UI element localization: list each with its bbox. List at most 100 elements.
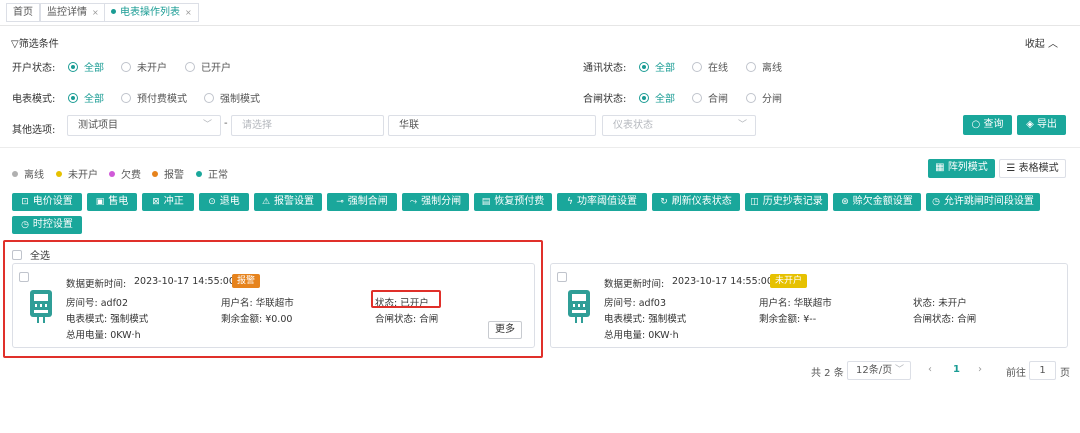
grid-mode-button[interactable]: ▦ 阵列模式 [928, 159, 995, 178]
radio-label: 全部 [84, 63, 104, 74]
price-icon: ⊡ [21, 197, 29, 207]
action-label: 报警设置 [274, 196, 315, 207]
total-count: 共 2 条 [811, 368, 844, 379]
page-size-select[interactable]: 12条/页 ﹀ [847, 361, 911, 380]
radio-label: 强制模式 [220, 94, 260, 105]
tab-meter-list[interactable]: 电表操作列表 × [104, 3, 199, 22]
filter-panel: ▽筛选条件 收起 ︿ 开户状态: 全部 未开户 已开户 通讯状态: 全部 在线 … [0, 27, 1080, 148]
query-button[interactable]: ○ 查询 [963, 115, 1012, 135]
radio-checked-icon [68, 93, 78, 103]
allowed-trip-time-button[interactable]: ◷ 允许跳闸时间段设置 [926, 193, 1040, 211]
radio-switch-all[interactable]: 全部 [639, 90, 675, 105]
action-label: 刷新仪表状态 [671, 196, 732, 207]
radio-comm-all[interactable]: 全部 [639, 59, 675, 74]
legend-arrears: 欠费 [109, 166, 141, 181]
action-label: 功率阈值设置 [576, 196, 637, 207]
filter-title: ▽筛选条件 [11, 35, 59, 50]
radio-mode-all[interactable]: 全部 [68, 90, 104, 105]
radio-checked-icon [639, 62, 649, 72]
meter-status-select[interactable]: 仪表状态 ﹀ [602, 115, 756, 136]
open-status-label: 开户状态: [12, 63, 56, 74]
comm-status-label: 通讯状态: [583, 63, 627, 74]
radio-comm-offline[interactable]: 离线 [746, 59, 782, 74]
time-control-button[interactable]: ◷ 时控设置 [12, 216, 82, 234]
reverse-button[interactable]: ⊠ 冲正 [142, 193, 194, 211]
close-icon[interactable]: × [92, 8, 99, 17]
meter-mode-label: 电表模式: [12, 94, 56, 105]
legend-label: 正常 [208, 170, 228, 181]
prev-page-icon[interactable]: ‹ [928, 364, 932, 375]
sell-power-button[interactable]: ▣ 售电 [87, 193, 137, 211]
radio-icon [204, 93, 214, 103]
power-threshold-button[interactable]: ϟ 功率阈值设置 [557, 193, 647, 211]
tab-home[interactable]: 首页 [6, 3, 40, 22]
restore-prepaid-button[interactable]: ▤ 恢复预付费 [474, 193, 552, 211]
radio-mode-forced[interactable]: 强制模式 [204, 90, 260, 105]
page-size-value: 12条/页 [856, 365, 893, 376]
radio-open-all[interactable]: 全部 [68, 59, 104, 74]
table-mode-button[interactable]: ☰ 表格模式 [999, 159, 1066, 178]
switch-status-label: 合闸状态: [583, 94, 627, 105]
action-label: 退电 [219, 196, 240, 207]
current-page[interactable]: 1 [953, 364, 960, 375]
radio-comm-online[interactable]: 在线 [692, 59, 728, 74]
legend-label: 未开户 [68, 170, 98, 181]
action-label: 强制分闸 [421, 196, 462, 207]
refresh-status-button[interactable]: ↻ 刷新仪表状态 [652, 193, 740, 211]
secondary-select[interactable]: 请选择 [231, 115, 384, 136]
alarm-icon: ⚠ [261, 197, 271, 207]
keyword-input[interactable]: 华联 [388, 115, 596, 136]
radio-switch-on[interactable]: 合闸 [692, 90, 728, 105]
action-label: 赊欠金额设置 [852, 196, 913, 207]
legend-label: 欠费 [121, 170, 141, 181]
meter-status-placeholder: 仪表状态 [613, 120, 653, 131]
chevron-down-icon: ﹀ [894, 365, 904, 375]
status-dot-icon [12, 171, 18, 177]
collapse-toggle[interactable]: 收起 ︿ [1025, 35, 1058, 50]
legend-not-opened: 未开户 [56, 166, 98, 181]
legend-label: 报警 [164, 170, 184, 181]
radio-switch-off[interactable]: 分闸 [746, 90, 782, 105]
refund-button[interactable]: ⊙ 退电 [199, 193, 249, 211]
update-time-label: 数据更新时间: [604, 279, 665, 290]
status-dot-icon [196, 171, 202, 177]
force-close-button[interactable]: ⊸ 强制合闸 [327, 193, 397, 211]
radio-open-yes[interactable]: 已开户 [185, 59, 231, 74]
radio-label: 预付费模式 [137, 94, 187, 105]
radio-icon [185, 62, 195, 72]
history-reading-button[interactable]: ◫ 历史抄表记录 [745, 193, 828, 211]
credit-amount-button[interactable]: ⊛ 赊欠金额设置 [833, 193, 921, 211]
collapse-label: 收起 [1024, 39, 1045, 50]
search-icon: ○ [971, 119, 984, 130]
action-label: 允许跳闸时间段设置 [943, 196, 1034, 207]
project-select[interactable]: 测试项目 ﹀ [67, 115, 221, 136]
card-checkbox[interactable] [557, 272, 567, 282]
radio-label: 合闸 [708, 94, 728, 105]
account-status: 状态: 未开户 [913, 298, 967, 309]
switch-status: 合闸状态: 合闸 [913, 314, 977, 325]
export-button[interactable]: ◈ 导出 [1017, 115, 1066, 135]
close-icon[interactable]: × [185, 8, 192, 17]
grid-mode-label: 阵列模式 [947, 162, 988, 173]
radio-mode-prepaid[interactable]: 预付费模式 [121, 90, 187, 105]
radio-icon [746, 62, 756, 72]
force-open-button[interactable]: ⤳ 强制分闸 [402, 193, 469, 211]
alarm-setting-button[interactable]: ⚠ 报警设置 [254, 193, 322, 211]
price-setting-button[interactable]: ⊡ 电价设置 [12, 193, 82, 211]
goto-page-input[interactable]: 1 [1029, 361, 1056, 380]
tab-monitor-detail[interactable]: 监控详情 × [40, 3, 106, 22]
meter-mode: 电表模式: 强制模式 [604, 314, 687, 325]
status-badge: 未开户 [770, 274, 808, 288]
meter-card[interactable]: 数据更新时间: 2023-10-17 14:55:00 未开户 房间号: adf… [550, 263, 1068, 348]
active-dot-icon [111, 9, 116, 14]
radio-open-not[interactable]: 未开户 [121, 59, 167, 74]
next-page-icon[interactable]: › [978, 364, 982, 375]
legend-normal: 正常 [196, 166, 228, 181]
radio-label: 全部 [655, 94, 675, 105]
radio-label: 全部 [84, 94, 104, 105]
tab-meter-list-label: 电表操作列表 [120, 7, 180, 18]
chevron-down-icon: ﹀ [202, 120, 212, 130]
action-label: 历史抄表记录 [762, 196, 823, 207]
legend-offline: 离线 [12, 166, 44, 181]
unplug-icon: ⤳ [409, 197, 418, 207]
